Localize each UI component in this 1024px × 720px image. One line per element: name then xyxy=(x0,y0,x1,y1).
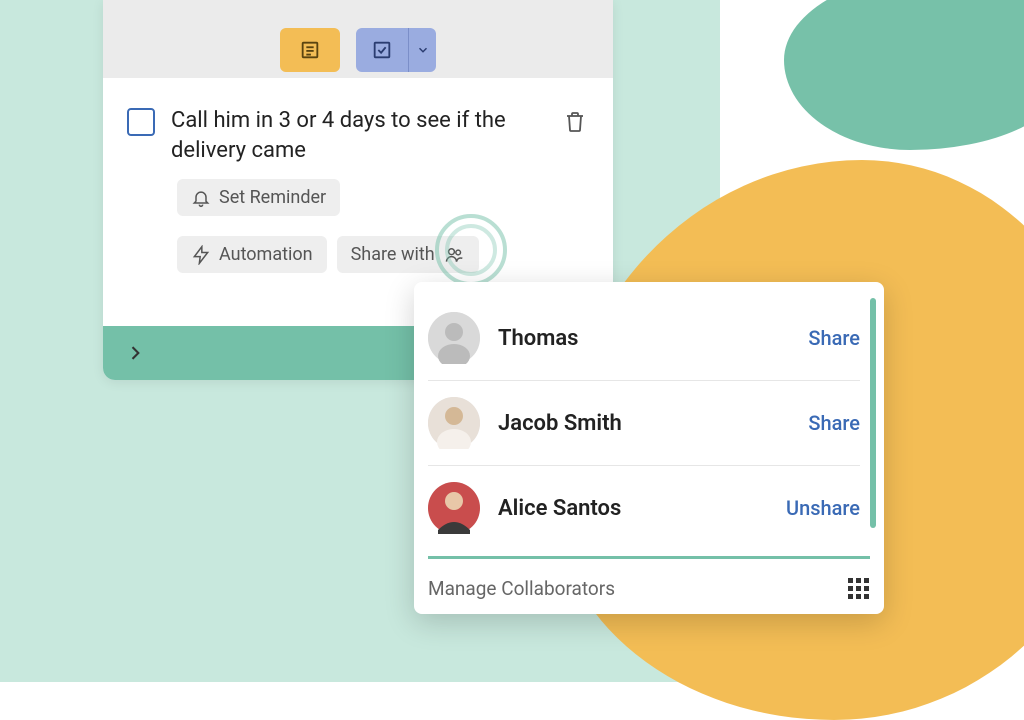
avatar xyxy=(428,482,480,534)
manage-collaborators-link[interactable]: Manage Collaborators xyxy=(428,577,615,600)
checklist-icon-wrap xyxy=(356,39,408,61)
card-toolbar xyxy=(103,22,613,78)
popup-footer: Manage Collaborators xyxy=(428,556,870,600)
bg-teal-blob xyxy=(784,0,1024,150)
contact-row: Thomas Share xyxy=(428,296,860,381)
bolt-icon xyxy=(191,245,211,265)
delete-button[interactable] xyxy=(561,108,589,136)
scrollbar[interactable] xyxy=(870,298,876,528)
contact-name: Jacob Smith xyxy=(498,411,790,436)
share-action[interactable]: Share xyxy=(808,411,860,435)
task-text[interactable]: Call him in 3 or 4 days to see if the de… xyxy=(171,106,545,165)
apps-grid-icon[interactable] xyxy=(848,578,870,600)
contact-name: Alice Santos xyxy=(498,496,768,521)
checklist-mode-button[interactable] xyxy=(356,28,436,72)
task-row: Call him in 3 or 4 days to see if the de… xyxy=(103,78,613,165)
people-icon xyxy=(443,245,465,265)
reminder-label: Set Reminder xyxy=(219,187,326,208)
share-label: Share with xyxy=(351,244,435,265)
checklist-dropdown[interactable] xyxy=(408,28,436,72)
trash-icon xyxy=(563,110,587,134)
automation-button[interactable]: Automation xyxy=(177,236,327,273)
share-with-button[interactable]: Share with xyxy=(337,236,479,273)
share-action[interactable]: Share xyxy=(808,326,860,350)
checkbox-icon xyxy=(371,39,393,61)
task-actions: Set Reminder Automation Share with xyxy=(103,165,613,273)
unshare-action[interactable]: Unshare xyxy=(786,496,860,520)
chevron-right-icon xyxy=(125,343,145,363)
chevron-down-icon xyxy=(416,43,430,57)
avatar xyxy=(428,397,480,449)
card-top-strip xyxy=(103,0,613,22)
contact-row: Alice Santos Unshare xyxy=(428,466,860,550)
avatar xyxy=(428,312,480,364)
bell-icon xyxy=(191,188,211,208)
set-reminder-button[interactable]: Set Reminder xyxy=(177,179,340,216)
note-mode-button[interactable] xyxy=(280,28,340,72)
share-popup: Thomas Share Jacob Smith Share Alice San… xyxy=(414,282,884,614)
note-icon xyxy=(299,39,321,61)
task-checkbox[interactable] xyxy=(127,108,155,136)
contact-row: Jacob Smith Share xyxy=(428,381,860,466)
contact-name: Thomas xyxy=(498,326,790,351)
contact-list: Thomas Share Jacob Smith Share Alice San… xyxy=(428,296,870,550)
automation-label: Automation xyxy=(219,244,313,265)
